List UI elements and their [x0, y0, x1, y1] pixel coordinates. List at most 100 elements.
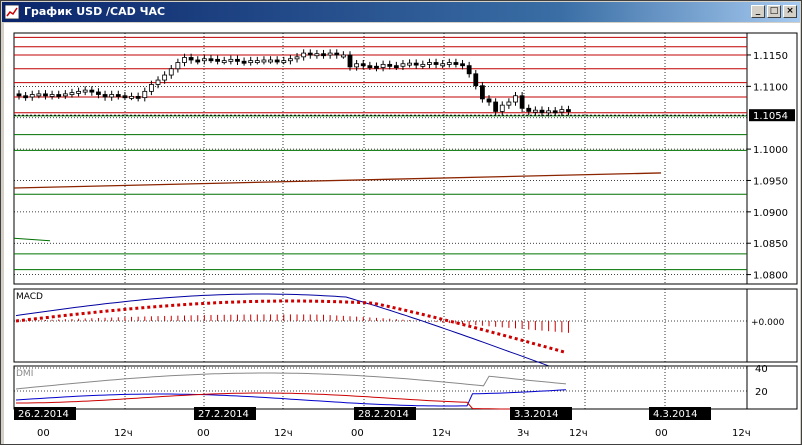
time-label: 00 [351, 428, 364, 439]
candle-body [340, 54, 346, 58]
candle-body [453, 62, 459, 65]
candle-body [440, 63, 446, 67]
candle-body [254, 60, 260, 64]
candle-body [506, 101, 512, 106]
title-bar[interactable]: График USD /CAD ЧАС _ □ × [2, 2, 800, 22]
candle-body [380, 63, 386, 68]
candle-body [89, 89, 95, 93]
time-label: 12ч [114, 428, 133, 439]
time-axis: 26.2.2014 27.2.2014 28.2.2014 3.3.2014 4.3.2… [14, 407, 751, 439]
candle-body [115, 94, 121, 97]
candle-body [314, 53, 320, 57]
candle-body [16, 93, 22, 97]
time-label: 00 [655, 428, 668, 439]
price-label: 1.1150 [753, 51, 788, 62]
candle-body [486, 98, 492, 103]
candle-body [473, 73, 479, 87]
candle-body [43, 93, 48, 97]
candle-body [241, 60, 247, 64]
candle-body [235, 58, 240, 62]
candle-body [460, 63, 465, 67]
candle-body [479, 85, 485, 100]
candle-body [215, 58, 221, 62]
dmi-plot-frame [13, 365, 748, 410]
minimize-button[interactable]: _ [751, 5, 765, 18]
candle-body [493, 101, 499, 112]
close-button[interactable]: × [783, 5, 797, 18]
candle-body [294, 56, 300, 60]
candle-body [420, 63, 426, 67]
candle-body [268, 59, 273, 63]
candle-body [49, 94, 55, 97]
price-label: 1.0800 [753, 271, 788, 282]
candle-body [168, 68, 174, 76]
candle-body [427, 62, 432, 65]
window-title: График USD /CAD ЧАС [24, 5, 166, 18]
price-plot-frame [13, 32, 748, 285]
date-label: 4.3.2014 [653, 409, 698, 420]
dmi-level-label: 20 [755, 387, 768, 398]
candle-body [56, 94, 62, 97]
candle-body [29, 94, 35, 98]
candle-body [36, 93, 42, 97]
macd-label: MACD [16, 292, 43, 302]
time-label: 12ч [732, 428, 751, 439]
macd-panel[interactable]: MACD +0.000 [13, 288, 798, 373]
candle-body [23, 95, 29, 99]
macd-plot-frame [13, 288, 748, 363]
dmi-panel[interactable]: DMI 40 20 [13, 364, 798, 410]
candle-body [188, 57, 194, 61]
price-panel[interactable]: 1.1150 1.1100 1.1000 1.0950 1.0900 1.0850 1.08… [13, 32, 798, 285]
candle-body [413, 62, 419, 66]
candle-body [513, 95, 518, 103]
candle-body [407, 62, 412, 66]
dmi-label: DMI [16, 369, 33, 379]
candle-body [539, 109, 545, 114]
candle-body [142, 90, 148, 99]
candle-body [281, 60, 287, 64]
candle-body [62, 93, 68, 97]
forex-chart[interactable]: 1.1150 1.1100 1.1000 1.0950 1.0900 1.0850 1.08… [4, 23, 800, 444]
candle-body [466, 65, 472, 75]
candle-body [334, 52, 340, 56]
candle-body [532, 109, 538, 113]
candle-body [261, 59, 267, 63]
date-label: 26.2.2014 [18, 409, 69, 420]
candle-body [559, 109, 565, 113]
candle-body [208, 58, 214, 62]
candle-body [367, 65, 373, 69]
candle-body [400, 63, 406, 67]
candle-body [182, 57, 187, 63]
candle-body [201, 58, 207, 62]
dmi-level-label: 40 [755, 364, 768, 375]
candle-body [288, 58, 293, 62]
candle-body [129, 95, 134, 99]
candle-body [76, 90, 81, 94]
candle-body [321, 53, 326, 57]
chart-app-icon [5, 5, 19, 19]
candle-body [566, 109, 571, 112]
macd-zero-label: +0.000 [751, 318, 785, 328]
candle-body [109, 94, 115, 98]
candle-body [499, 104, 505, 112]
price-label: 1.0900 [753, 208, 788, 219]
candle-body [175, 62, 181, 70]
candle-body [248, 60, 254, 64]
price-label: 1.0950 [753, 176, 788, 187]
candle-body [393, 65, 399, 69]
candle-body [307, 52, 313, 56]
candle-body [82, 89, 88, 93]
date-label: 3.3.2014 [514, 409, 559, 420]
candle-body [69, 92, 75, 96]
candle-body [195, 59, 201, 63]
candle-body [360, 63, 366, 67]
candle-body [96, 91, 101, 95]
candle-body [162, 74, 168, 81]
time-label: 12ч [274, 428, 293, 439]
maximize-button[interactable]: □ [767, 5, 781, 18]
candle-body [301, 52, 307, 58]
chart-area[interactable]: 1.1150 1.1100 1.1000 1.0950 1.0900 1.0850 1.08… [4, 23, 800, 444]
date-label: 27.2.2014 [198, 409, 249, 420]
candle-body [135, 95, 141, 99]
date-label: 28.2.2014 [358, 409, 409, 420]
